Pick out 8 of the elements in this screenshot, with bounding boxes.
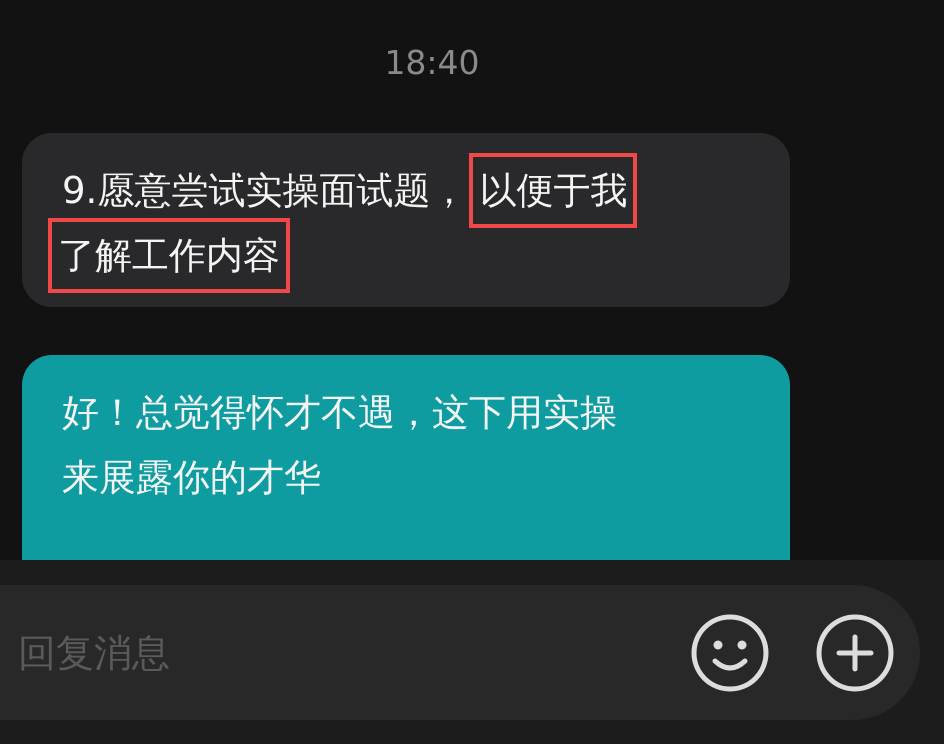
highlighted-text: 了解工作内容 <box>48 218 290 294</box>
message-text: 来展露你的才华 <box>62 454 321 500</box>
plus-icon[interactable] <box>815 612 895 692</box>
message-text: 9.愿意尝试实操面试题， <box>62 168 468 214</box>
message-text: 好！总觉得怀才不遇，这下用实操 <box>62 390 617 436</box>
highlighted-text: 以便于我 <box>469 152 638 228</box>
emoji-icon[interactable] <box>690 612 770 692</box>
timestamp: 18:40 <box>384 43 480 83</box>
